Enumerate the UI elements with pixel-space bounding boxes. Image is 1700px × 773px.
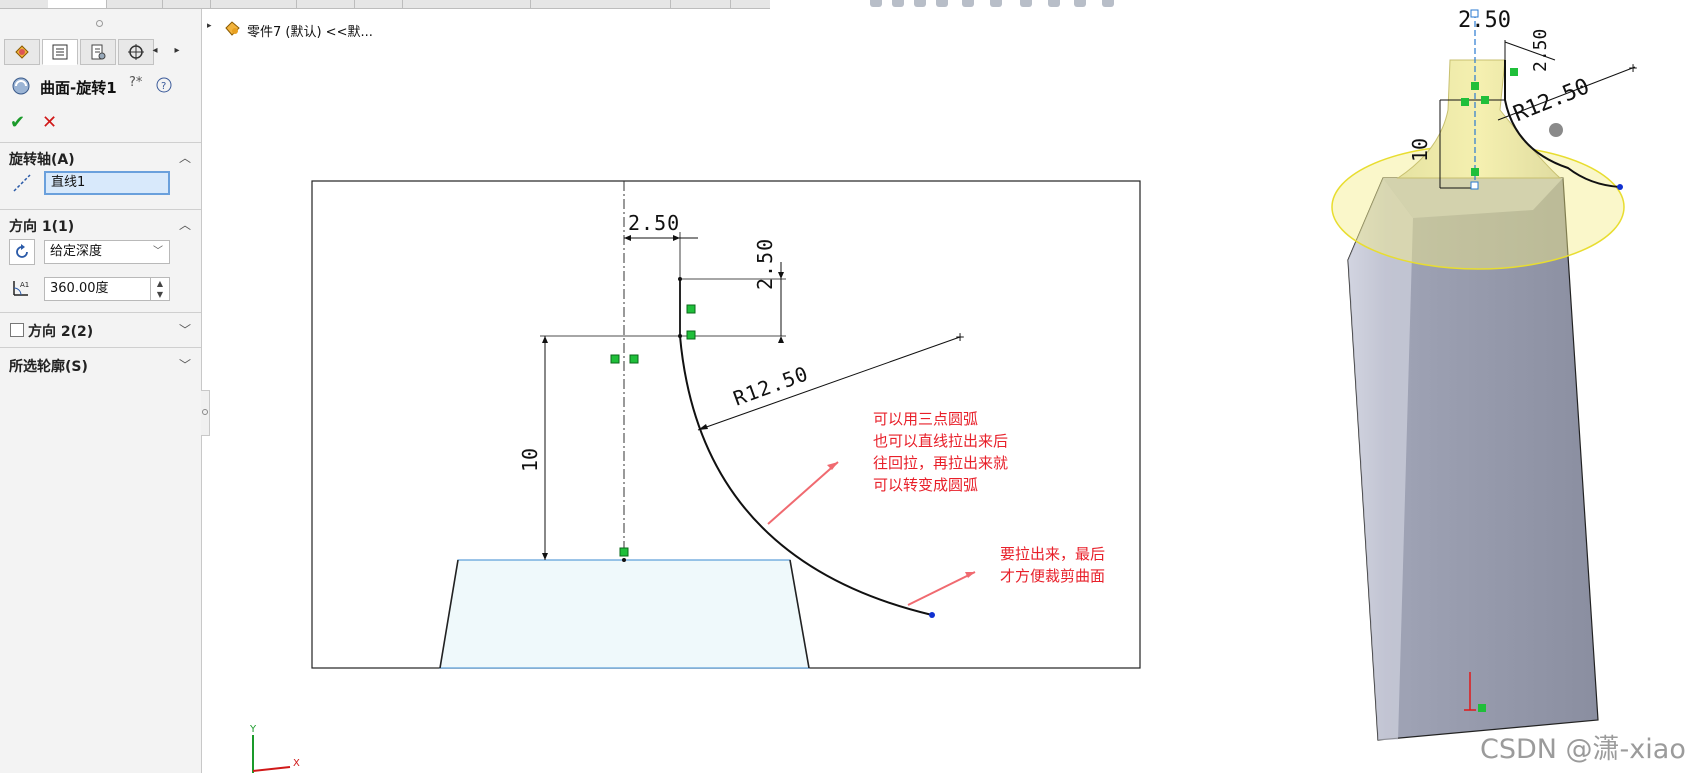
triad-x-label: X [293,758,300,769]
triad-y-label: Y [250,724,257,735]
dim-height-value[interactable]: 10 [518,448,542,472]
note2-line1: 要拉出来，最后 [1000,545,1106,563]
graphics-area: + + [252,9,1638,773]
coincident-relation-icon[interactable] [686,330,696,340]
note1-line3: 往回拉，再拉出来就 [873,454,1009,472]
note-arc-tip: 可以用三点圆弧 也可以直线拉出来后 往回拉，再拉出来就 可以转变成圆弧 [873,408,1008,496]
vertical-relation-icon[interactable] [686,304,696,314]
note1-line1: 可以用三点圆弧 [873,410,979,428]
note-extend-tip: 要拉出来，最后 才方便裁剪曲面 [1000,543,1105,587]
rotate-cursor-icon [1549,123,1563,137]
preview-dim-height: 10 [1408,137,1432,162]
arc-endpoint[interactable] [929,612,935,618]
note1-line2: 也可以直线拉出来后 [873,432,1009,450]
preview-dim-top: 2.50 [1458,8,1511,33]
dim-top-value[interactable]: 2.50 [628,211,680,235]
centerline-vertical-icon[interactable] [610,354,620,364]
note1-line4: 可以转变成圆弧 [873,476,979,494]
centerline-coincident-icon[interactable] [629,354,639,364]
watermark: CSDN @潇-xiao [1480,734,1686,765]
dim-side-value[interactable]: 2.50 [753,238,777,290]
base-profile [439,559,810,669]
note2-line2: 才方便裁剪曲面 [1000,567,1106,585]
svg-text:+: + [955,330,965,344]
origin-relation-icon[interactable] [619,547,629,557]
triad-x-axis [252,766,291,772]
svg-text:+: + [1628,61,1638,75]
preview-dim-side: 2.50 [1530,28,1551,72]
